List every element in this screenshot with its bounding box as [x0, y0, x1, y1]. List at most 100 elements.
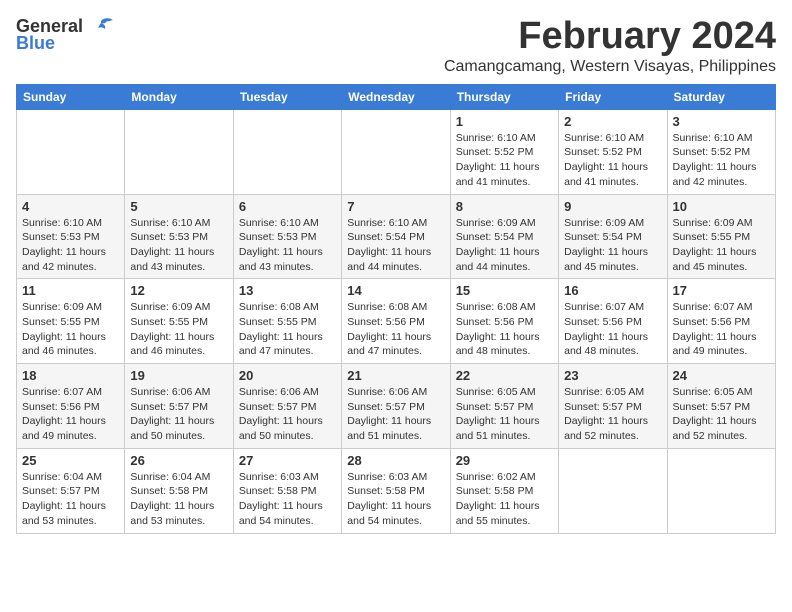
day-number: 28 — [347, 453, 444, 468]
column-header-wednesday: Wednesday — [342, 84, 450, 109]
day-cell: 2 Sunrise: 6:10 AM Sunset: 5:52 PM Daylig… — [559, 109, 667, 194]
week-row-1: 1 Sunrise: 6:10 AM Sunset: 5:52 PM Daylig… — [17, 109, 776, 194]
column-header-sunday: Sunday — [17, 84, 125, 109]
day-detail: Sunrise: 6:03 AM Sunset: 5:58 PM Dayligh… — [239, 470, 336, 529]
calendar-title: February 2024 — [444, 16, 776, 58]
week-row-2: 4Sunrise: 6:10 AM Sunset: 5:53 PM Daylig… — [17, 194, 776, 279]
column-header-thursday: Thursday — [450, 84, 558, 109]
logo: General Blue — [16, 16, 115, 54]
day-cell: 24 Sunrise: 6:05 AM Sunset: 5:57 PM Dayli… — [667, 364, 775, 449]
day-detail: Sunrise: 6:08 AM Sunset: 5:56 PM Dayligh… — [347, 300, 444, 359]
day-cell: 27Sunrise: 6:03 AM Sunset: 5:58 PM Dayli… — [233, 448, 341, 533]
day-cell: 18 Sunrise: 6:07 AM Sunset: 5:56 PM Dayli… — [17, 364, 125, 449]
day-cell: 9Sunrise: 6:09 AM Sunset: 5:54 PM Daylig… — [559, 194, 667, 279]
day-cell: 15 Sunrise: 6:08 AM Sunset: 5:56 PM Dayli… — [450, 279, 558, 364]
day-cell: 1 Sunrise: 6:10 AM Sunset: 5:52 PM Daylig… — [450, 109, 558, 194]
week-row-3: 11 Sunrise: 6:09 AM Sunset: 5:55 PM Dayli… — [17, 279, 776, 364]
day-detail: Sunrise: 6:09 AM Sunset: 5:55 PM Dayligh… — [673, 216, 770, 275]
day-number: 17 — [673, 283, 770, 298]
day-number: 16 — [564, 283, 661, 298]
day-detail: Sunrise: 6:06 AM Sunset: 5:57 PM Dayligh… — [347, 385, 444, 444]
day-cell — [17, 109, 125, 194]
day-detail: Sunrise: 6:10 AM Sunset: 5:52 PM Dayligh… — [456, 131, 553, 190]
day-cell: 16 Sunrise: 6:07 AM Sunset: 5:56 PM Dayli… — [559, 279, 667, 364]
day-detail: Sunrise: 6:09 AM Sunset: 5:54 PM Dayligh… — [564, 216, 661, 275]
day-detail: Sunrise: 6:05 AM Sunset: 5:57 PM Dayligh… — [564, 385, 661, 444]
day-detail: Sunrise: 6:03 AM Sunset: 5:58 PM Dayligh… — [347, 470, 444, 529]
day-cell: 29 Sunrise: 6:02 AM Sunset: 5:58 PM Dayli… — [450, 448, 558, 533]
day-cell: 14 Sunrise: 6:08 AM Sunset: 5:56 PM Dayli… — [342, 279, 450, 364]
day-cell: 13 Sunrise: 6:08 AM Sunset: 5:55 PM Dayli… — [233, 279, 341, 364]
day-cell: 23 Sunrise: 6:05 AM Sunset: 5:57 PM Dayli… — [559, 364, 667, 449]
day-number: 15 — [456, 283, 553, 298]
day-number: 8 — [456, 199, 553, 214]
day-cell: 11 Sunrise: 6:09 AM Sunset: 5:55 PM Dayli… — [17, 279, 125, 364]
day-detail: Sunrise: 6:07 AM Sunset: 5:56 PM Dayligh… — [22, 385, 119, 444]
day-detail: Sunrise: 6:07 AM Sunset: 5:56 PM Dayligh… — [564, 300, 661, 359]
day-cell — [233, 109, 341, 194]
day-number: 1 — [456, 114, 553, 129]
day-number: 14 — [347, 283, 444, 298]
column-header-saturday: Saturday — [667, 84, 775, 109]
day-cell — [559, 448, 667, 533]
day-number: 18 — [22, 368, 119, 383]
day-detail: Sunrise: 6:05 AM Sunset: 5:57 PM Dayligh… — [456, 385, 553, 444]
day-cell: 3Sunrise: 6:10 AM Sunset: 5:52 PM Daylig… — [667, 109, 775, 194]
week-row-5: 25 Sunrise: 6:04 AM Sunset: 5:57 PM Dayli… — [17, 448, 776, 533]
day-detail: Sunrise: 6:08 AM Sunset: 5:56 PM Dayligh… — [456, 300, 553, 359]
day-cell: 17 Sunrise: 6:07 AM Sunset: 5:56 PM Dayli… — [667, 279, 775, 364]
title-section: February 2024 Camangcamang, Western Visa… — [444, 16, 776, 76]
day-number: 25 — [22, 453, 119, 468]
day-detail: Sunrise: 6:10 AM Sunset: 5:53 PM Dayligh… — [130, 216, 227, 275]
day-cell: 25 Sunrise: 6:04 AM Sunset: 5:57 PM Dayli… — [17, 448, 125, 533]
day-number: 12 — [130, 283, 227, 298]
day-cell — [342, 109, 450, 194]
day-detail: Sunrise: 6:05 AM Sunset: 5:57 PM Dayligh… — [673, 385, 770, 444]
day-cell: 12 Sunrise: 6:09 AM Sunset: 5:55 PM Dayli… — [125, 279, 233, 364]
column-header-monday: Monday — [125, 84, 233, 109]
day-number: 3 — [673, 114, 770, 129]
day-number: 11 — [22, 283, 119, 298]
day-detail: Sunrise: 6:04 AM Sunset: 5:57 PM Dayligh… — [22, 470, 119, 529]
day-number: 13 — [239, 283, 336, 298]
page-header: General Blue February 2024 Camangcamang,… — [16, 16, 776, 76]
day-detail: Sunrise: 6:08 AM Sunset: 5:55 PM Dayligh… — [239, 300, 336, 359]
day-detail: Sunrise: 6:06 AM Sunset: 5:57 PM Dayligh… — [130, 385, 227, 444]
day-detail: Sunrise: 6:09 AM Sunset: 5:54 PM Dayligh… — [456, 216, 553, 275]
day-number: 2 — [564, 114, 661, 129]
day-cell: 21Sunrise: 6:06 AM Sunset: 5:57 PM Dayli… — [342, 364, 450, 449]
day-cell: 28 Sunrise: 6:03 AM Sunset: 5:58 PM Dayli… — [342, 448, 450, 533]
day-number: 19 — [130, 368, 227, 383]
day-cell: 19 Sunrise: 6:06 AM Sunset: 5:57 PM Dayli… — [125, 364, 233, 449]
day-detail: Sunrise: 6:04 AM Sunset: 5:58 PM Dayligh… — [130, 470, 227, 529]
day-detail: Sunrise: 6:07 AM Sunset: 5:56 PM Dayligh… — [673, 300, 770, 359]
day-number: 24 — [673, 368, 770, 383]
day-cell: 8 Sunrise: 6:09 AM Sunset: 5:54 PM Daylig… — [450, 194, 558, 279]
column-header-friday: Friday — [559, 84, 667, 109]
logo-blue: Blue — [16, 33, 55, 54]
day-cell — [667, 448, 775, 533]
day-number: 5 — [130, 199, 227, 214]
day-cell: 26Sunrise: 6:04 AM Sunset: 5:58 PM Dayli… — [125, 448, 233, 533]
day-cell: 6Sunrise: 6:10 AM Sunset: 5:53 PM Daylig… — [233, 194, 341, 279]
day-number: 7 — [347, 199, 444, 214]
calendar-table: SundayMondayTuesdayWednesdayThursdayFrid… — [16, 84, 776, 534]
day-number: 29 — [456, 453, 553, 468]
day-cell: 5 Sunrise: 6:10 AM Sunset: 5:53 PM Daylig… — [125, 194, 233, 279]
day-cell: 20 Sunrise: 6:06 AM Sunset: 5:57 PM Dayli… — [233, 364, 341, 449]
day-cell: 7 Sunrise: 6:10 AM Sunset: 5:54 PM Daylig… — [342, 194, 450, 279]
day-number: 20 — [239, 368, 336, 383]
day-detail: Sunrise: 6:10 AM Sunset: 5:53 PM Dayligh… — [22, 216, 119, 275]
day-detail: Sunrise: 6:02 AM Sunset: 5:58 PM Dayligh… — [456, 470, 553, 529]
day-detail: Sunrise: 6:10 AM Sunset: 5:52 PM Dayligh… — [564, 131, 661, 190]
logo-bird-icon — [87, 17, 115, 37]
day-cell — [125, 109, 233, 194]
day-detail: Sunrise: 6:10 AM Sunset: 5:54 PM Dayligh… — [347, 216, 444, 275]
day-number: 6 — [239, 199, 336, 214]
day-detail: Sunrise: 6:09 AM Sunset: 5:55 PM Dayligh… — [22, 300, 119, 359]
calendar-subtitle: Camangcamang, Western Visayas, Philippin… — [444, 58, 776, 76]
day-number: 10 — [673, 199, 770, 214]
day-detail: Sunrise: 6:09 AM Sunset: 5:55 PM Dayligh… — [130, 300, 227, 359]
day-number: 23 — [564, 368, 661, 383]
day-detail: Sunrise: 6:06 AM Sunset: 5:57 PM Dayligh… — [239, 385, 336, 444]
